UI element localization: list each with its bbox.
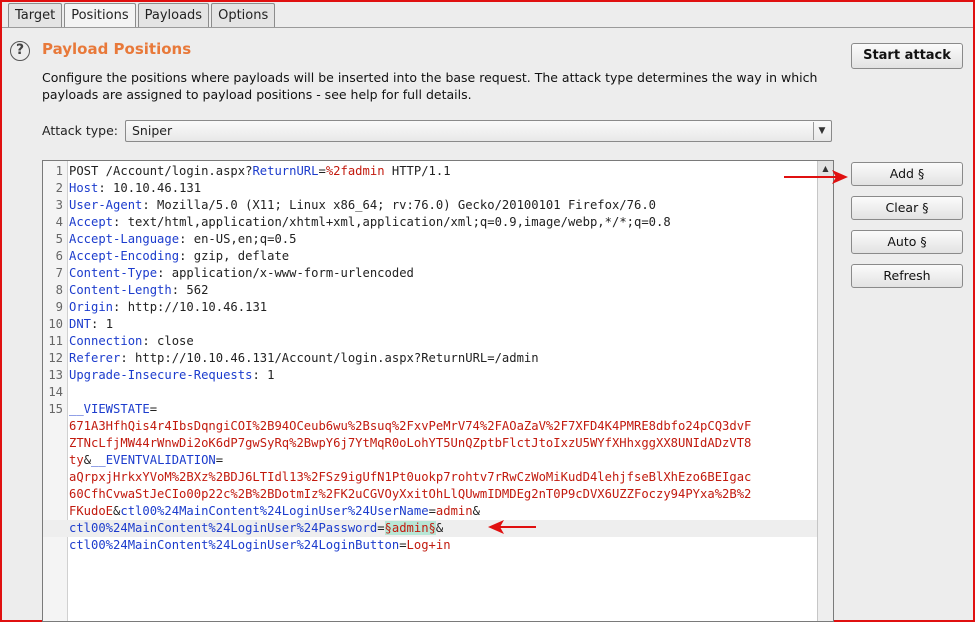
refresh-button[interactable]: Refresh	[851, 264, 963, 288]
tab-payloads[interactable]: Payloads	[137, 3, 210, 27]
header-line: 5 Accept-Language: en-US,en;q=0.5	[55, 232, 297, 246]
tab-target[interactable]: Target	[8, 3, 63, 27]
request-lines: 1 POST /Account/login.aspx?ReturnURL=%2fa…	[43, 163, 817, 554]
body-line: aQrpxjHrkxYVoM%2BXz%2BDJ6LTIdl13%2FSz9ig…	[69, 470, 752, 484]
body-line: ctl00%24MainContent%24LoginUser%24LoginB…	[69, 538, 451, 552]
request-line: 1 POST /Account/login.aspx?ReturnURL=%2fa…	[55, 164, 451, 178]
attack-type-value: Sniper	[132, 123, 173, 138]
request-editor[interactable]: 1 POST /Account/login.aspx?ReturnURL=%2fa…	[42, 160, 834, 622]
help-icon[interactable]: ?	[10, 41, 30, 61]
header-line: 12 Referer: http://10.10.46.131/Account/l…	[48, 351, 539, 365]
add-marker-button[interactable]: Add §	[851, 162, 963, 186]
attack-type-label: Attack type:	[42, 123, 119, 138]
editor-scrollbar[interactable]: ▲	[817, 161, 833, 621]
body-line: 60CfhCvwaStJeCIo00p22c%2B%2BDotmIz%2FK2u…	[69, 487, 752, 501]
tab-divider	[2, 27, 973, 28]
body-line: ty&__EVENTVALIDATION=	[69, 453, 224, 467]
body-line: 15 __VIEWSTATE=	[48, 402, 158, 416]
body-line: 671A3HfhQis4r4IbsDqngiCOI%2B94OCeub6wu%2…	[69, 419, 752, 433]
tab-options[interactable]: Options	[211, 3, 276, 27]
body-line: ZTNcLfjMW44rWnwDi2oK6dP7gwSyRq%2BwpY6j7Y…	[69, 436, 752, 450]
auto-markers-button[interactable]: Auto §	[851, 230, 963, 254]
page-title: Payload Positions	[42, 40, 192, 58]
header-line: 13 Upgrade-Insecure-Requests: 1	[48, 368, 275, 382]
payload-position-marker[interactable]: §admin§	[384, 521, 436, 535]
header-line: 9 Origin: http://10.10.46.131	[55, 300, 268, 314]
scroll-up-icon[interactable]: ▲	[818, 161, 833, 177]
body-line: FKudoE&ctl00%24MainContent%24LoginUser%2…	[69, 504, 480, 518]
clear-markers-button[interactable]: Clear §	[851, 196, 963, 220]
page-description: Configure the positions where payloads w…	[42, 70, 818, 102]
start-attack-button[interactable]: Start attack	[851, 43, 963, 69]
header-line: 10 DNT: 1	[48, 317, 114, 331]
header-line: 11 Connection: close	[48, 334, 194, 348]
header-line: 6 Accept-Encoding: gzip, deflate	[55, 249, 290, 263]
header-line: 4 Accept: text/html,application/xhtml+xml…	[55, 215, 671, 229]
header-line: 8 Content-Length: 562	[55, 283, 209, 297]
header-line: 3 User-Agent: Mozilla/5.0 (X11; Linux x86…	[55, 198, 656, 212]
blank-line: 14	[48, 385, 63, 399]
tab-positions[interactable]: Positions	[64, 3, 136, 27]
header-line: 7 Content-Type: application/x-www-form-ur…	[55, 266, 414, 280]
header-line: 2 Host: 10.10.46.131	[55, 181, 202, 195]
chevron-down-icon[interactable]: ▼	[813, 122, 830, 140]
attack-type-select[interactable]: Sniper ▼	[125, 120, 832, 142]
body-line: ctl00%24MainContent%24LoginUser%24Passwo…	[43, 520, 817, 537]
tab-bar: Target Positions Payloads Options	[8, 3, 277, 27]
